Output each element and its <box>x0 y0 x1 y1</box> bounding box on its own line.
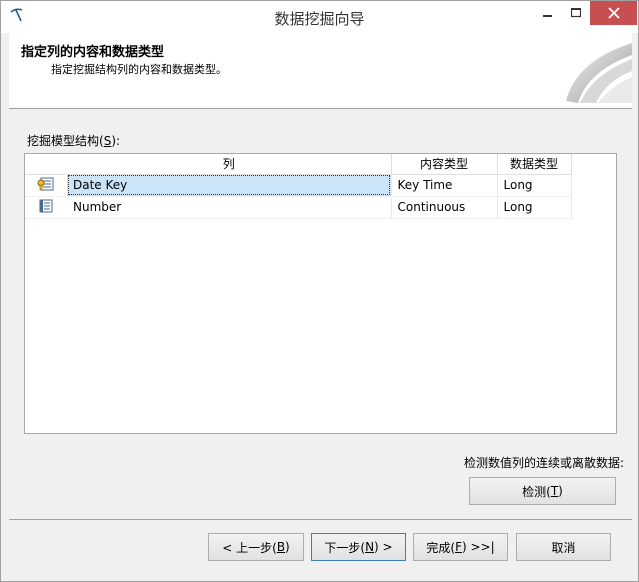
row-name-cell[interactable]: Date Key <box>67 174 392 197</box>
row-content-type-cell[interactable]: Key Time <box>391 174 498 197</box>
wizard-window: 数据挖掘向导 指定列的内容和数据类型 指定挖掘结构列的内容和数据类型。 挖掘模型… <box>0 0 639 582</box>
row-icon-cell <box>25 196 67 219</box>
mining-structure-grid[interactable]: 列 内容类型 数据类型 Date Key Key Time Long Numbe… <box>24 153 617 434</box>
row-content-type-cell[interactable]: Continuous <box>391 196 498 219</box>
back-button[interactable]: < 上一步(B) <box>208 533 304 561</box>
wizard-header: 指定列的内容和数据类型 指定挖掘结构列的内容和数据类型。 <box>9 33 632 109</box>
maximize-button[interactable] <box>562 1 590 25</box>
column-header-content-type[interactable]: 内容类型 <box>391 154 498 175</box>
row-data-type-cell[interactable]: Long <box>497 174 572 197</box>
page-title: 指定列的内容和数据类型 <box>21 45 165 60</box>
row-name-cell[interactable]: Number <box>67 196 392 219</box>
finish-button[interactable]: 完成(F) >>| <box>413 533 508 561</box>
title-bar[interactable]: 数据挖掘向导 <box>1 1 638 33</box>
wizard-logo-icon <box>566 43 632 103</box>
maximize-icon <box>571 8 581 18</box>
minimize-button[interactable] <box>534 1 562 25</box>
detect-button[interactable]: 检测(T) <box>469 477 616 505</box>
column-header-data-type[interactable]: 数据类型 <box>497 154 572 175</box>
columns-table: 列 内容类型 数据类型 Date Key Key Time Long Numbe… <box>25 154 572 219</box>
table-row[interactable]: Number Continuous Long <box>25 196 572 219</box>
detect-label: 检测数值列的连续或离散数据: <box>463 456 624 470</box>
key-column-icon <box>37 177 54 190</box>
column-header-name[interactable]: 列 <box>67 154 392 175</box>
row-icon-cell <box>25 174 67 197</box>
column-icon <box>39 199 53 212</box>
close-icon <box>607 7 620 19</box>
row-data-type-cell[interactable]: Long <box>497 196 572 219</box>
next-button[interactable]: 下一步(N) > <box>311 533 406 561</box>
icon-column-header <box>25 154 67 175</box>
page-subtitle: 指定挖掘结构列的内容和数据类型。 <box>51 63 227 76</box>
mining-structure-label: 挖掘模型结构(S): <box>27 134 121 148</box>
table-row[interactable]: Date Key Key Time Long <box>25 174 572 197</box>
close-button[interactable] <box>590 1 637 25</box>
cancel-button[interactable]: 取消 <box>516 533 611 561</box>
minimize-icon <box>543 15 552 17</box>
